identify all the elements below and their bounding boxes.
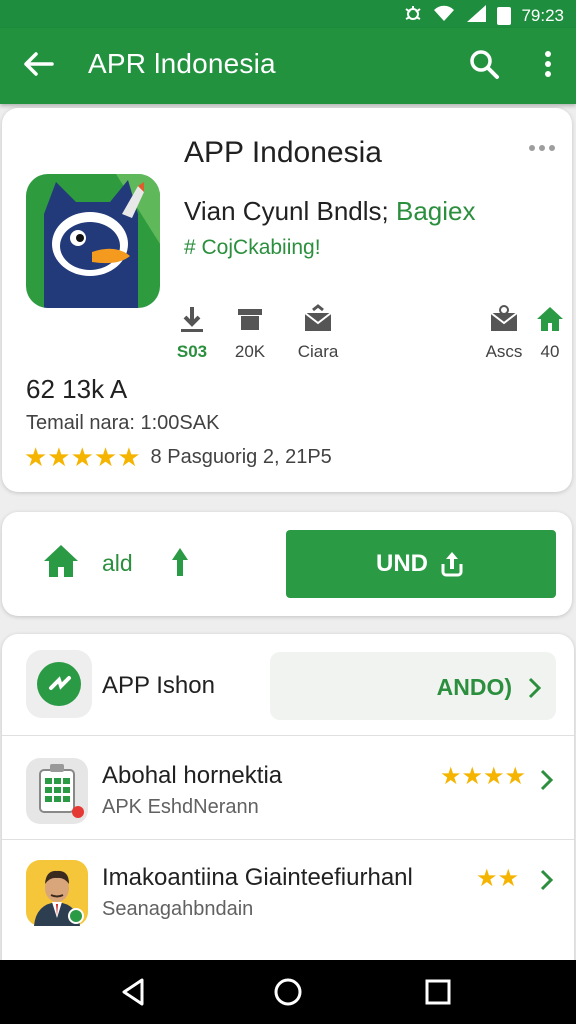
related-apps-card: APP Ishon ANDO) Abohal hornektia APK Esh…	[2, 634, 574, 964]
archive-icon	[238, 309, 262, 330]
install-button-label: UND	[376, 550, 428, 577]
back-arrow-icon[interactable]	[20, 46, 56, 82]
home-icon	[537, 307, 563, 331]
stat-share: Ciara	[278, 304, 358, 362]
app-tag[interactable]: # CojCkabiing!	[184, 236, 321, 260]
stat-label: 40	[540, 342, 560, 361]
page-title: APR lndonesia	[88, 48, 276, 79]
avatar-icon	[26, 860, 88, 926]
overflow-menu-icon[interactable]	[526, 140, 558, 156]
stat-label: Ciara	[297, 342, 339, 361]
stat-home: 40	[528, 304, 572, 362]
open-pill-button[interactable]: ANDO)	[270, 652, 556, 720]
list-item[interactable]: Abohal hornektia APK EshdNerann ★★★★	[2, 738, 574, 840]
list-header-title: APP Ishon	[102, 672, 215, 699]
chevron-right-icon[interactable]	[538, 768, 556, 792]
action-card: ald UND	[2, 512, 572, 616]
developer-line: Vian Cyunl Bndls; Bagiex	[184, 196, 475, 227]
download-icon	[181, 307, 203, 332]
calculator-app-icon	[26, 758, 88, 824]
app-meta: Temail nara: 1:00SAK	[26, 412, 220, 434]
app-name: APP Indonesia	[184, 136, 382, 169]
search-icon[interactable]	[466, 46, 502, 82]
mail-icon	[490, 305, 518, 331]
list-item[interactable]: Imakoantiina Giainteefiurhanl Seanagahbn…	[2, 840, 574, 942]
star-rating: ★★★★★	[24, 442, 141, 472]
home-nav-icon[interactable]	[272, 976, 304, 1008]
app-shortcut-icon	[26, 650, 92, 718]
list-header-row[interactable]: APP Ishon ANDO)	[2, 634, 574, 736]
app-icon	[26, 174, 160, 308]
clock: 79:23	[521, 5, 564, 25]
wifi-icon	[433, 4, 455, 27]
list-item-subtitle: Seanagahbndain	[102, 898, 254, 920]
category-label[interactable]: Bagiex	[396, 196, 476, 226]
install-button[interactable]: UND	[286, 530, 556, 598]
back-nav-icon[interactable]	[118, 976, 150, 1008]
recents-nav-icon[interactable]	[422, 976, 454, 1008]
list-item-stars: ★★	[476, 865, 520, 892]
list-item-subtitle: APK EshdNerann	[102, 796, 259, 818]
list-item-title: Abohal hornektia	[102, 762, 283, 789]
developer-name[interactable]: Vian Cyunl Bndls;	[184, 196, 389, 226]
app-bar: APR lndonesia	[0, 28, 576, 104]
status-bar: 79:23	[0, 0, 576, 28]
secondary-action-label[interactable]: ald	[102, 550, 133, 577]
system-nav-bar	[0, 960, 576, 1024]
rating-text: 8 Pasguorig 2, 21P5	[150, 446, 332, 468]
chevron-right-icon	[528, 677, 542, 699]
app-size: 62 13k A	[26, 374, 128, 404]
battery-icon	[497, 6, 512, 25]
bug-icon	[403, 3, 423, 28]
home-icon[interactable]	[42, 542, 80, 580]
pill-label: ANDO)	[436, 674, 512, 700]
app-detail-card: APP Indonesia Vian Cyunl Bndls; Bagiex #…	[2, 108, 572, 492]
list-item-stars: ★★★★	[440, 763, 527, 790]
chevron-right-icon[interactable]	[538, 868, 556, 892]
rating-row: ★★★★★ 8 Pasguorig 2, 21P5	[24, 442, 332, 473]
more-vert-icon[interactable]	[530, 46, 566, 82]
mail-icon	[304, 304, 332, 331]
stats-row: S03 20K Ciara Ascs 40	[2, 304, 572, 368]
list-item-title: Imakoantiina Giainteefiurhanl	[102, 864, 413, 891]
signal-icon	[465, 4, 487, 27]
upload-icon	[441, 552, 463, 577]
arrow-up-icon[interactable]	[170, 546, 190, 578]
